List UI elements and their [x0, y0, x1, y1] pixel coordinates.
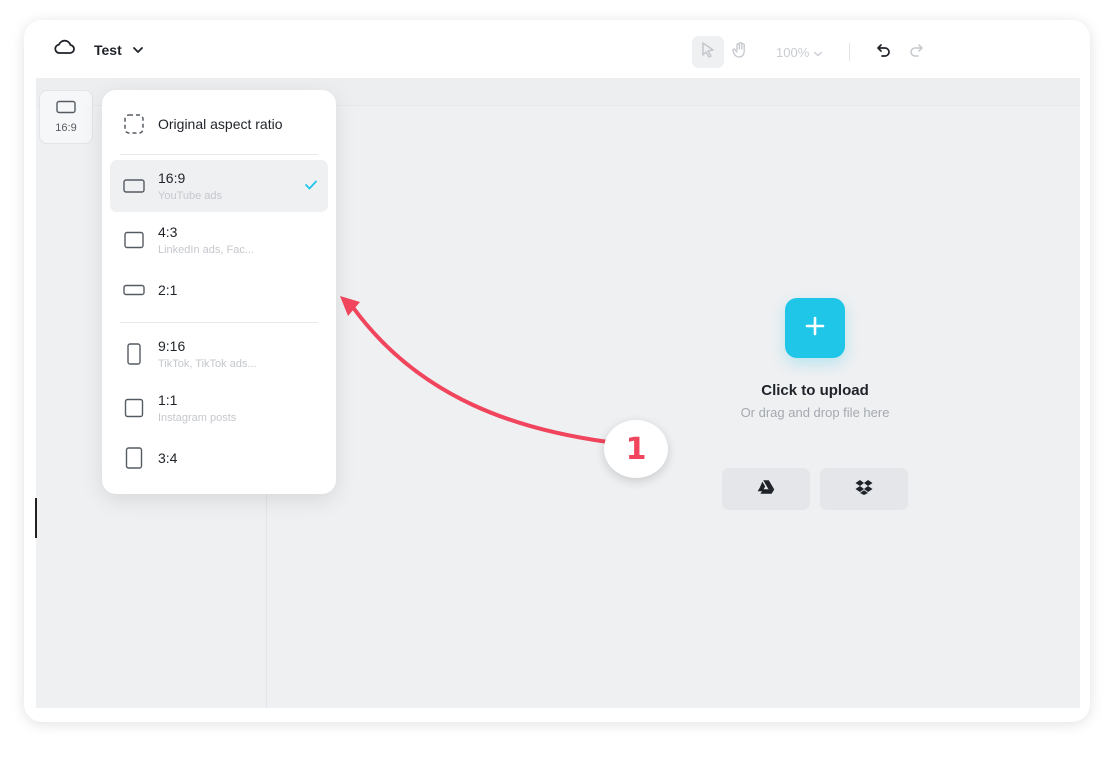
annotation-step-badge: 1: [604, 420, 668, 478]
annotation-arrow: [340, 296, 610, 444]
